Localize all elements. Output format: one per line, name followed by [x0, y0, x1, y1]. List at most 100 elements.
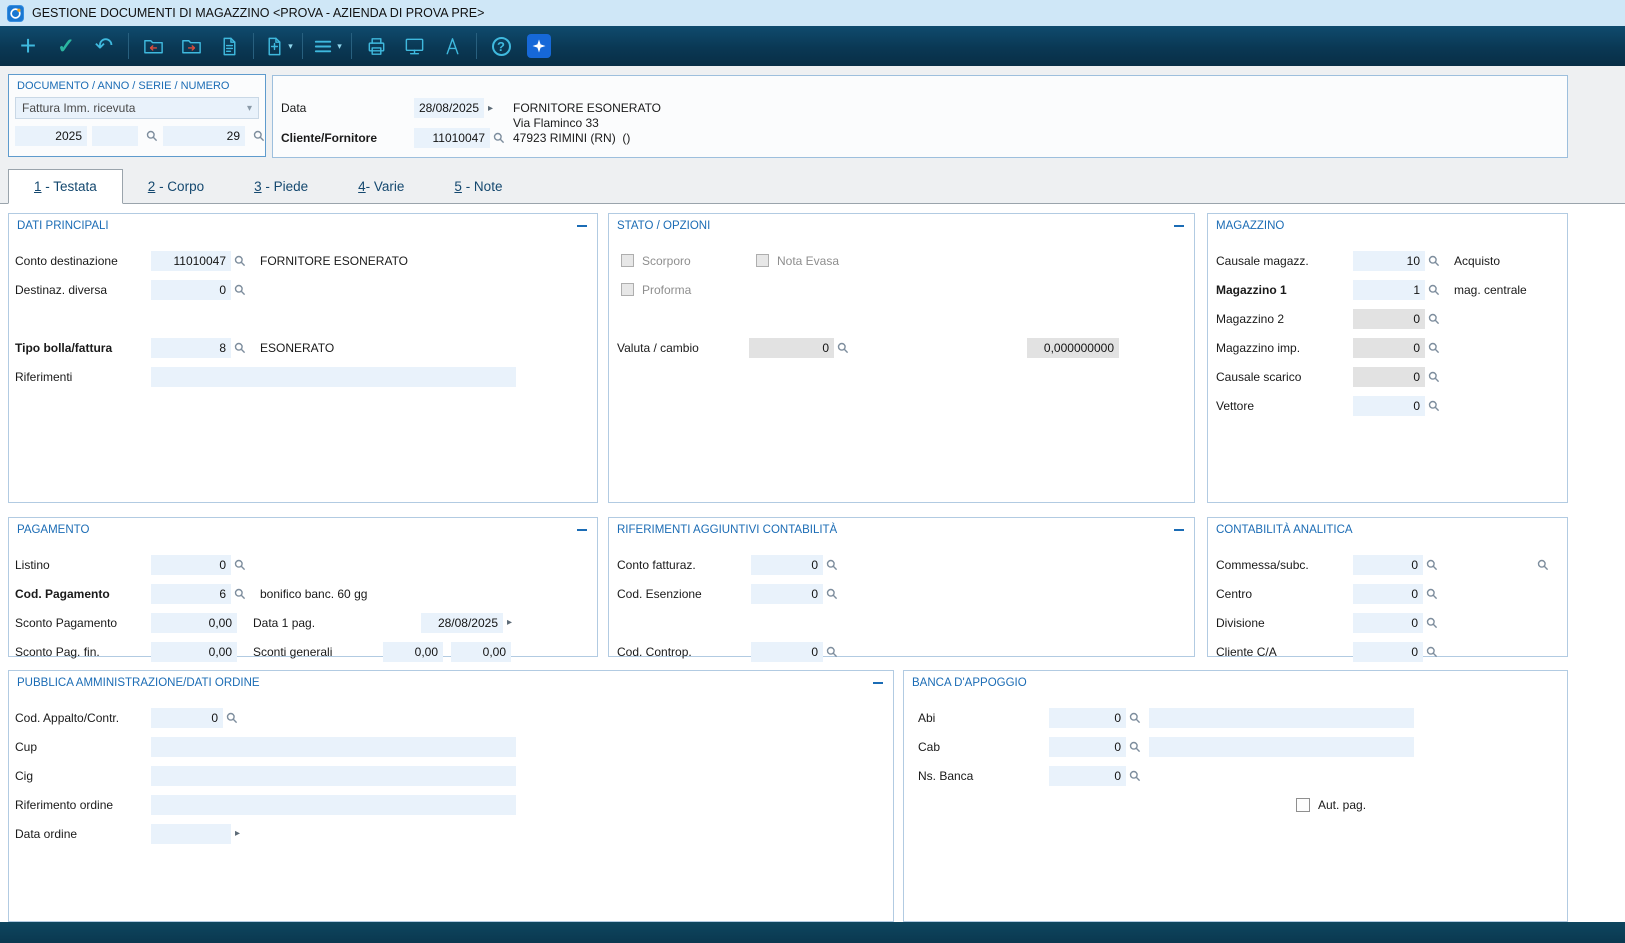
- listino-field[interactable]: 0: [151, 555, 231, 575]
- anno-field[interactable]: 2025: [15, 126, 87, 146]
- search-icon[interactable]: [234, 559, 246, 571]
- conto-destinazione-field[interactable]: 11010047: [151, 251, 231, 271]
- search-icon[interactable]: [1426, 588, 1438, 600]
- search-icon[interactable]: [226, 712, 238, 724]
- data-1-pag-field[interactable]: 28/08/2025: [421, 613, 503, 633]
- divisione-field[interactable]: 0: [1353, 613, 1423, 633]
- detail-arrow-icon[interactable]: ▸: [507, 617, 512, 628]
- search-icon[interactable]: [826, 559, 838, 571]
- print-button[interactable]: [357, 29, 395, 63]
- search-icon[interactable]: [1428, 313, 1440, 325]
- cig-field[interactable]: [151, 766, 516, 786]
- cliente-fornitore-field[interactable]: 11010047: [414, 128, 490, 148]
- data-ordine-field[interactable]: [151, 824, 231, 844]
- search-icon[interactable]: [1428, 371, 1440, 383]
- tab-corpo[interactable]: 2 - Corpo: [123, 169, 229, 204]
- sconto-pag-fin-field[interactable]: 0,00: [151, 642, 237, 662]
- magazzino-1-field[interactable]: 1: [1353, 280, 1425, 300]
- undo-button[interactable]: ↶: [85, 29, 123, 63]
- collapse-button[interactable]: [577, 529, 587, 531]
- search-icon[interactable]: [1428, 400, 1440, 412]
- search-icon[interactable]: [826, 646, 838, 658]
- tab-piede[interactable]: 3 - Piede: [229, 169, 333, 204]
- search-icon[interactable]: [826, 588, 838, 600]
- search-icon[interactable]: [1129, 770, 1141, 782]
- document-button[interactable]: [210, 29, 248, 63]
- document-type-select[interactable]: Fattura Imm. ricevuta ▾: [15, 97, 259, 119]
- search-icon[interactable]: [1129, 741, 1141, 753]
- collapse-button[interactable]: [873, 682, 883, 684]
- aut-pag-checkbox[interactable]: [1296, 798, 1310, 812]
- data-field[interactable]: 28/08/2025: [414, 98, 484, 118]
- sconti-generali-field-1[interactable]: 0,00: [383, 642, 443, 662]
- cod-appalto-field[interactable]: 0: [151, 708, 223, 728]
- ns-banca-field[interactable]: 0: [1049, 766, 1126, 786]
- nota-evasa-checkbox[interactable]: [756, 254, 769, 267]
- cod-controp-field[interactable]: 0: [751, 642, 823, 662]
- tipo-bolla-field[interactable]: 8: [151, 338, 231, 358]
- tab-note[interactable]: 5 - Note: [429, 169, 527, 204]
- open-document-button[interactable]: [134, 29, 172, 63]
- collapse-button[interactable]: [577, 225, 587, 227]
- new-button[interactable]: +: [9, 29, 47, 63]
- abi-value: 0: [1114, 711, 1121, 725]
- search-icon[interactable]: [234, 588, 246, 600]
- search-icon[interactable]: [234, 284, 246, 296]
- detail-arrow-icon[interactable]: ▸: [488, 103, 493, 114]
- cab-field[interactable]: 0: [1049, 737, 1126, 757]
- tab-varie[interactable]: 4- Varie: [333, 169, 429, 204]
- causale-magazzino-field[interactable]: 10: [1353, 251, 1425, 271]
- collapse-button[interactable]: [1174, 529, 1184, 531]
- cod-esenzione-field[interactable]: 0: [751, 584, 823, 604]
- abi-field[interactable]: 0: [1049, 708, 1126, 728]
- cliente-ca-field[interactable]: 0: [1353, 642, 1423, 662]
- riferimento-ordine-field[interactable]: [151, 795, 516, 815]
- store-document-button[interactable]: [172, 29, 210, 63]
- conto-fatturaz-field[interactable]: 0: [751, 555, 823, 575]
- search-icon[interactable]: [1428, 284, 1440, 296]
- numero-field[interactable]: 29: [163, 126, 245, 146]
- cup-field[interactable]: [151, 737, 516, 757]
- tab-testata[interactable]: 1 - Testata: [8, 169, 123, 204]
- search-icon[interactable]: [1428, 342, 1440, 354]
- detail-arrow-icon[interactable]: ▸: [235, 828, 240, 839]
- serie-field[interactable]: [92, 126, 138, 146]
- search-icon[interactable]: [1537, 559, 1549, 571]
- search-icon[interactable]: [493, 132, 505, 144]
- pdf-export-button[interactable]: [433, 29, 471, 63]
- confirm-button[interactable]: ✓: [47, 29, 85, 63]
- search-icon[interactable]: [234, 255, 246, 267]
- commessa-field[interactable]: 0: [1353, 555, 1423, 575]
- list-menu-button[interactable]: ▾: [308, 29, 346, 63]
- new-document-menu-button[interactable]: ▾: [259, 29, 297, 63]
- row-sconto-pagamento: Sconto Pagamento 0,00 Data 1 pag. 28/08/…: [9, 608, 597, 637]
- print-preview-button[interactable]: [395, 29, 433, 63]
- search-icon[interactable]: [1129, 712, 1141, 724]
- toolbar-separator: [253, 33, 254, 59]
- search-icon[interactable]: [1426, 617, 1438, 629]
- window-title: GESTIONE DOCUMENTI DI MAGAZZINO <PROVA -…: [32, 6, 484, 20]
- search-icon[interactable]: [146, 130, 158, 142]
- cod-pagamento-field[interactable]: 6: [151, 584, 231, 604]
- proforma-checkbox[interactable]: [621, 283, 634, 296]
- search-icon[interactable]: [837, 342, 849, 354]
- search-icon[interactable]: [1426, 646, 1438, 658]
- search-icon[interactable]: [1428, 255, 1440, 267]
- assistant-button[interactable]: [520, 29, 558, 63]
- scorporo-checkbox[interactable]: [621, 254, 634, 267]
- abi-desc-field[interactable]: [1149, 708, 1414, 728]
- vettore-field[interactable]: 0: [1353, 396, 1425, 416]
- search-icon[interactable]: [234, 342, 246, 354]
- search-icon[interactable]: [253, 130, 265, 142]
- cod-controp-label: Cod. Controp.: [617, 645, 751, 659]
- collapse-button[interactable]: [1174, 225, 1184, 227]
- destinaz-diversa-field[interactable]: 0: [151, 280, 231, 300]
- cab-desc-field[interactable]: [1149, 737, 1414, 757]
- sconto-pagamento-field[interactable]: 0,00: [151, 613, 237, 633]
- search-icon[interactable]: [1426, 559, 1438, 571]
- help-button[interactable]: ?: [482, 29, 520, 63]
- sconti-generali-field-2[interactable]: 0,00: [451, 642, 511, 662]
- riferimenti-field[interactable]: [151, 367, 516, 387]
- centro-field[interactable]: 0: [1353, 584, 1423, 604]
- proforma-label: Proforma: [642, 283, 691, 297]
